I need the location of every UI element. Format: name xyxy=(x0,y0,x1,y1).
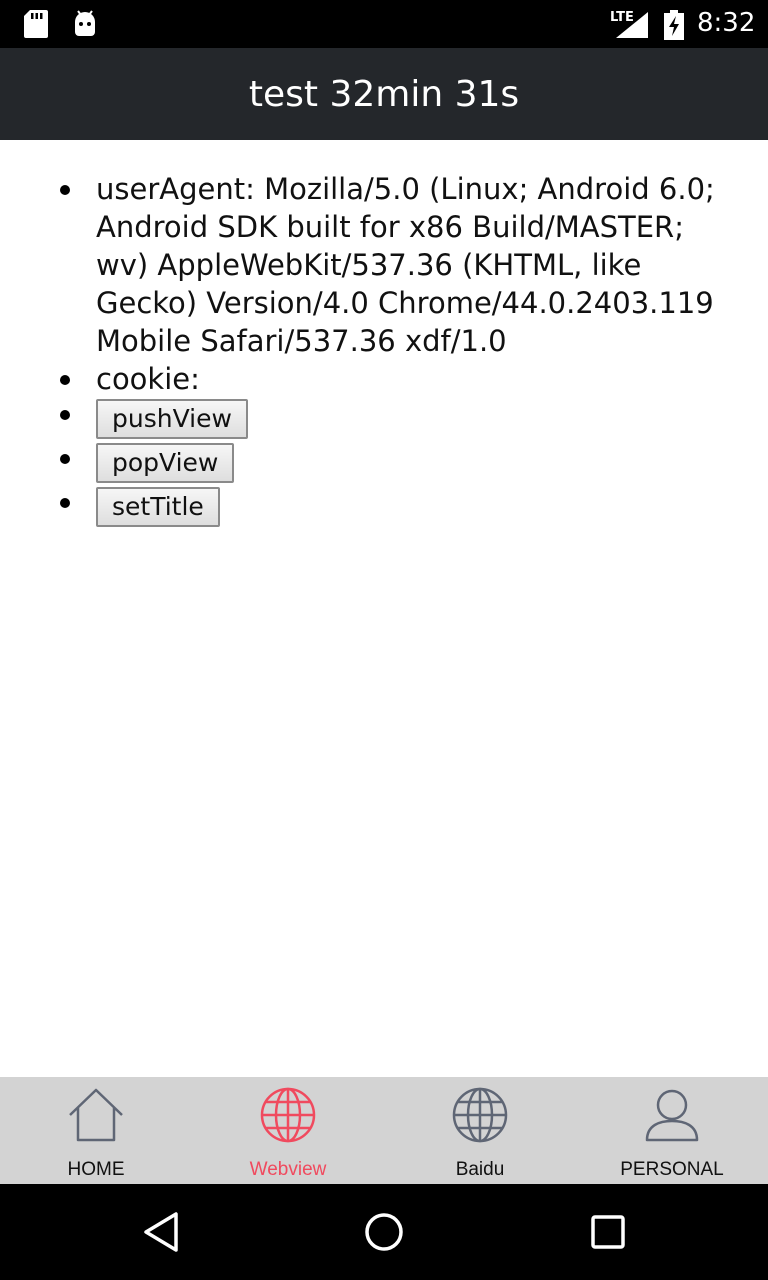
battery-charging-icon xyxy=(664,10,684,44)
globe-icon xyxy=(260,1087,316,1143)
tab-label: PERSONAL xyxy=(620,1159,724,1180)
home-circle-icon[interactable] xyxy=(362,1208,406,1260)
list-item-cookie: cookie: xyxy=(60,360,740,398)
push-view-button[interactable]: pushView xyxy=(96,399,248,439)
tab-label: HOME xyxy=(67,1159,125,1180)
info-list: userAgent: Mozilla/5.0 (Linux; Android 6… xyxy=(60,170,740,530)
sd-card-icon xyxy=(24,10,48,42)
list-item-pop-view: popView xyxy=(60,442,740,486)
globe-icon xyxy=(452,1087,508,1143)
bullet xyxy=(60,185,70,195)
bullet xyxy=(60,498,70,508)
tab-label: Baidu xyxy=(455,1159,505,1180)
tab-webview[interactable]: Webview xyxy=(192,1077,384,1184)
signal-icon xyxy=(616,12,648,42)
clock: 8:32 xyxy=(697,8,756,38)
android-icon xyxy=(72,10,98,42)
set-title-button[interactable]: setTitle xyxy=(96,487,220,527)
bullet xyxy=(60,375,70,385)
bullet xyxy=(60,454,70,464)
list-item-set-title: setTitle xyxy=(60,486,740,530)
bullet xyxy=(60,410,70,420)
tab-baidu[interactable]: Baidu xyxy=(384,1077,576,1184)
navigation-bar xyxy=(0,1184,768,1280)
page-title: test 32min 31s xyxy=(248,73,520,115)
home-icon xyxy=(69,1088,123,1142)
user-agent-text: userAgent: Mozilla/5.0 (Linux; Android 6… xyxy=(96,172,715,358)
recents-icon[interactable] xyxy=(588,1208,628,1260)
pop-view-button[interactable]: popView xyxy=(96,443,235,483)
title-bar: test 32min 31s xyxy=(0,48,768,140)
tab-personal[interactable]: PERSONAL xyxy=(576,1077,768,1184)
list-item-push-view: pushView xyxy=(60,398,740,442)
tab-home[interactable]: HOME xyxy=(0,1077,192,1184)
webview-content: userAgent: Mozilla/5.0 (Linux; Android 6… xyxy=(0,140,768,1077)
list-item-user-agent: userAgent: Mozilla/5.0 (Linux; Android 6… xyxy=(60,170,740,360)
person-icon xyxy=(645,1089,699,1142)
tab-bar: HOME Webview Baidu PERSONAL xyxy=(0,1077,768,1184)
status-bar: LTE 8:32 xyxy=(0,0,768,48)
cookie-text: cookie: xyxy=(96,362,200,396)
tab-label: Webview xyxy=(249,1159,327,1180)
back-icon[interactable] xyxy=(140,1208,180,1260)
